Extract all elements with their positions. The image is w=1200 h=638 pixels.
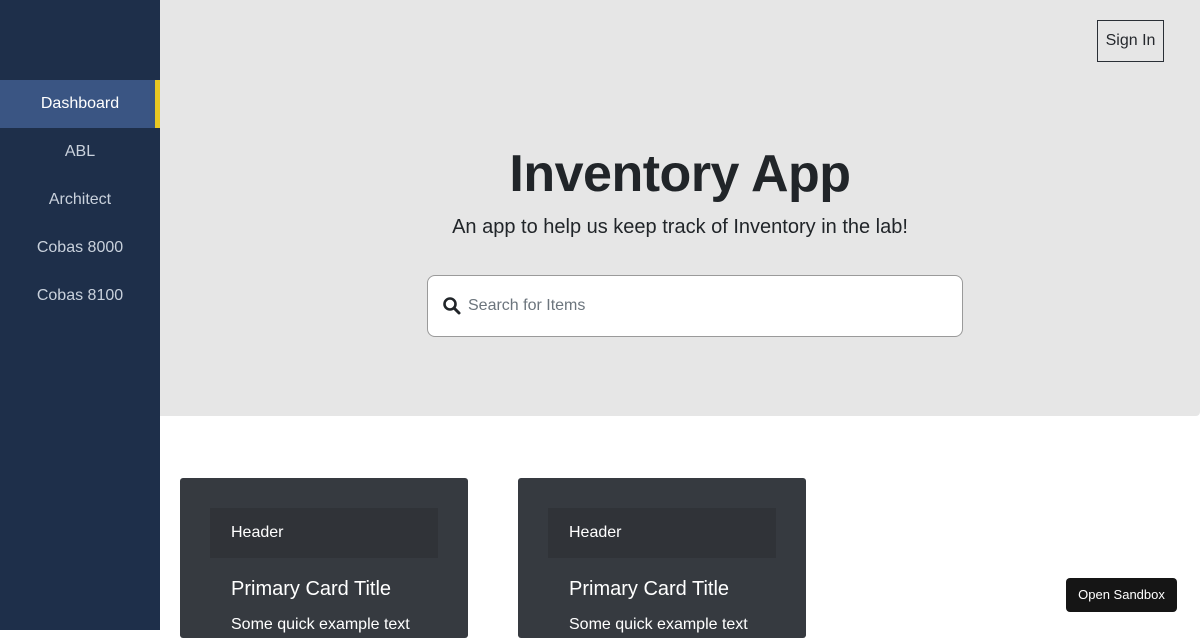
- search-icon: [442, 296, 462, 316]
- item-card[interactable]: Header Primary Card Title Some quick exa…: [518, 478, 806, 638]
- sign-in-button[interactable]: Sign In: [1097, 20, 1164, 62]
- sidebar-item-cobas-8000[interactable]: Cobas 8000: [0, 224, 160, 272]
- sidebar-item-cobas-8100[interactable]: Cobas 8100: [0, 272, 160, 320]
- page-subtitle: An app to help us keep track of Inventor…: [452, 216, 908, 238]
- page-title: Inventory App: [509, 145, 851, 203]
- card-header: Header: [210, 508, 438, 558]
- hero-banner: Sign In Inventory App An app to help us …: [160, 0, 1200, 416]
- card-text: Some quick example text: [569, 616, 748, 633]
- sidebar-item-architect[interactable]: Architect: [0, 176, 160, 224]
- card-text: Some quick example text: [231, 616, 410, 633]
- sidebar-nav: Dashboard ABL Architect Cobas 8000 Cobas…: [0, 80, 160, 320]
- search-bar[interactable]: [427, 275, 963, 337]
- item-card[interactable]: Header Primary Card Title Some quick exa…: [180, 478, 468, 638]
- card-title: Primary Card Title: [569, 578, 730, 600]
- sidebar: Dashboard ABL Architect Cobas 8000 Cobas…: [0, 0, 160, 630]
- search-input[interactable]: [468, 276, 948, 336]
- sidebar-item-abl[interactable]: ABL: [0, 128, 160, 176]
- sidebar-item-dashboard[interactable]: Dashboard: [0, 80, 160, 128]
- card-title: Primary Card Title: [231, 578, 392, 600]
- open-sandbox-button[interactable]: Open Sandbox: [1066, 578, 1177, 612]
- card-header: Header: [548, 508, 776, 558]
